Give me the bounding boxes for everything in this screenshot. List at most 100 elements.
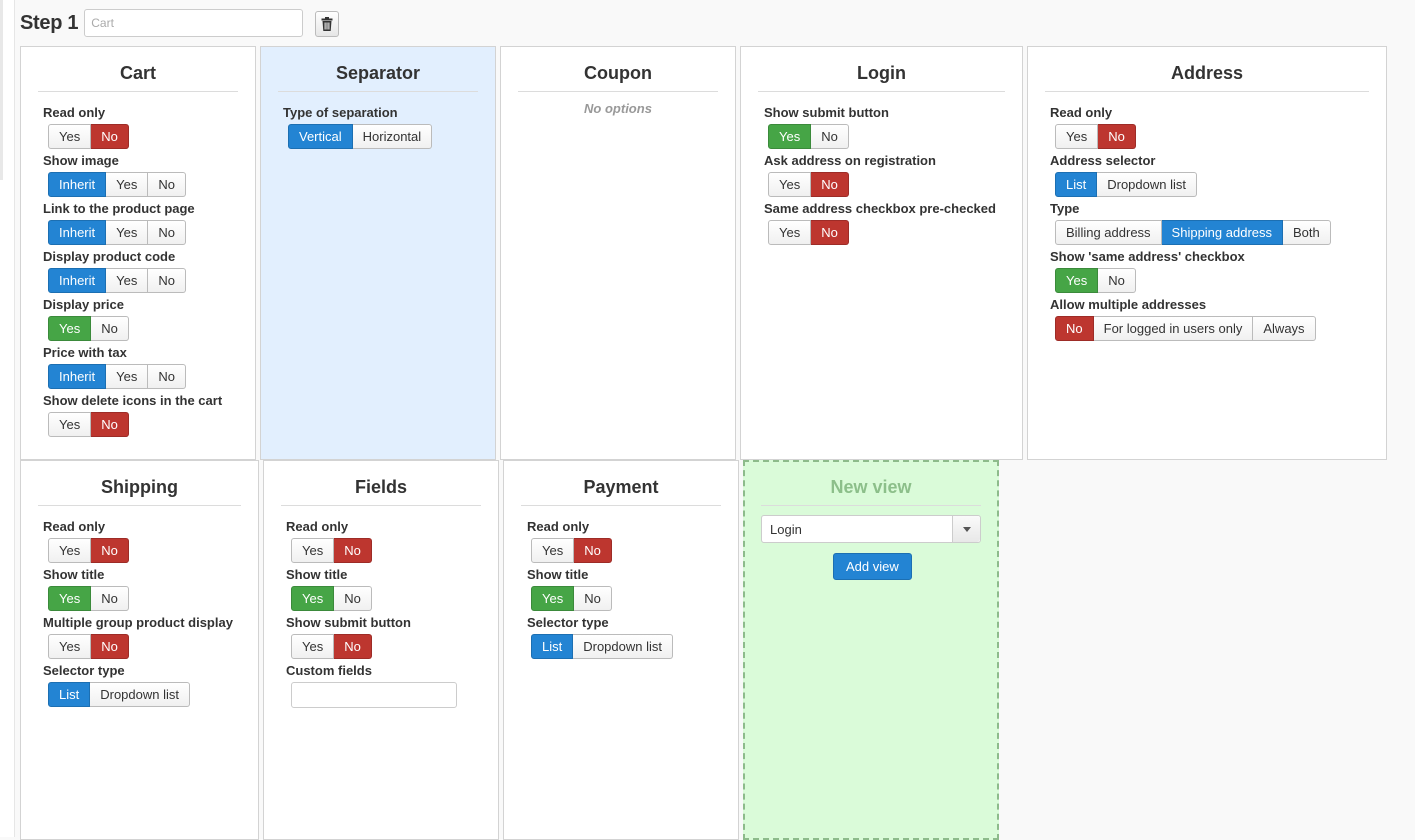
no-button[interactable]: No	[574, 586, 612, 611]
yes-button[interactable]: Yes	[48, 316, 92, 341]
no-button[interactable]: No	[91, 634, 129, 659]
option-label-read-only: Read only	[527, 519, 590, 534]
option-label-read-only: Read only	[1050, 105, 1113, 120]
yes-button[interactable]: Yes	[531, 586, 575, 611]
option-toggle-type-of-separation: Vertical Horizontal	[288, 124, 433, 149]
yes-button[interactable]: Yes	[291, 586, 335, 611]
no-button[interactable]: No	[148, 172, 186, 197]
option-toggle-allow-multiple-addresses: No For logged in users only Always	[1055, 316, 1316, 341]
yes-button[interactable]: Yes	[48, 586, 92, 611]
option-label-ask-address-on-registration: Ask address on registration	[764, 153, 936, 168]
option-toggle-display-price: Yes No	[48, 316, 129, 341]
left-edge-stub	[0, 0, 3, 180]
fields-panel: Fields Read only Yes No Show title Yes No Show…	[263, 460, 499, 840]
yes-button[interactable]: Yes	[291, 538, 335, 563]
billing-address-button[interactable]: Billing address	[1055, 220, 1162, 245]
dropdown-list-button[interactable]: Dropdown list	[1097, 172, 1197, 197]
inherit-button[interactable]: Inherit	[48, 364, 107, 389]
option-label-address-selector: Address selector	[1050, 153, 1156, 168]
yes-button[interactable]: Yes	[768, 124, 812, 149]
no-button[interactable]: No	[574, 538, 612, 563]
dropdown-list-button[interactable]: Dropdown list	[573, 634, 673, 659]
no-button[interactable]: No	[1055, 316, 1094, 341]
option-toggle-show-title: Yes No	[48, 586, 129, 611]
panel-title: Shipping	[38, 477, 241, 506]
yes-button[interactable]: Yes	[48, 634, 92, 659]
option-toggle-multiple-group-product-display: Yes No	[48, 634, 129, 659]
panel-title: Cart	[38, 63, 238, 92]
always-button[interactable]: Always	[1253, 316, 1316, 341]
left-edge	[0, 0, 15, 837]
no-button[interactable]: No	[1098, 268, 1136, 293]
option-label-price-with-tax: Price with tax	[43, 345, 127, 360]
no-button[interactable]: No	[1098, 124, 1136, 149]
view-type-select[interactable]: Login	[761, 515, 981, 543]
dropdown-list-button[interactable]: Dropdown list	[90, 682, 190, 707]
inherit-button[interactable]: Inherit	[48, 220, 107, 245]
yes-button[interactable]: Yes	[48, 124, 92, 149]
option-label-selector-type: Selector type	[527, 615, 609, 630]
option-toggle-show-delete-icons-in-the-cart: Yes No	[48, 412, 129, 437]
add-view-button[interactable]: Add view	[833, 553, 912, 580]
no-button[interactable]: No	[811, 124, 849, 149]
yes-button[interactable]: Yes	[531, 538, 575, 563]
login-panel: Login Show submit button Yes No Ask address…	[740, 46, 1023, 460]
option-toggle-address-selector: List Dropdown list	[1055, 172, 1197, 197]
option-toggle-link-to-the-product-page: Inherit Yes No	[48, 220, 186, 245]
option-label-show-title: Show title	[43, 567, 105, 582]
option-label-read-only: Read only	[286, 519, 349, 534]
option-label-same-address-checkbox-pre-checked: Same address checkbox pre-checked	[764, 201, 996, 216]
address-panel: Address Read only Yes No Address selector Li…	[1027, 46, 1387, 460]
no-button[interactable]: No	[91, 316, 129, 341]
option-toggle-price-with-tax: Inherit Yes No	[48, 364, 186, 389]
shipping-panel: Shipping Read only Yes No Show title Yes No Mu…	[20, 460, 259, 840]
list-button[interactable]: List	[48, 682, 91, 707]
yes-button[interactable]: Yes	[48, 412, 92, 437]
option-label-show-title: Show title	[286, 567, 348, 582]
step-title: Step 1	[20, 11, 79, 34]
yes-button[interactable]: Yes	[106, 364, 149, 389]
caret-down-icon[interactable]	[952, 516, 980, 542]
both-button[interactable]: Both	[1283, 220, 1331, 245]
no-button[interactable]: No	[148, 268, 186, 293]
no-button[interactable]: No	[811, 172, 849, 197]
option-label-show-image: Show image	[43, 153, 119, 168]
no-button[interactable]: No	[91, 124, 129, 149]
yes-button[interactable]: Yes	[106, 172, 149, 197]
vertical-button[interactable]: Vertical	[288, 124, 353, 149]
no-button[interactable]: No	[148, 364, 186, 389]
yes-button[interactable]: Yes	[291, 634, 335, 659]
panel-title: Coupon	[518, 63, 718, 92]
yes-button[interactable]: Yes	[768, 220, 812, 245]
yes-button[interactable]: Yes	[106, 268, 149, 293]
yes-button[interactable]: Yes	[768, 172, 812, 197]
no-button[interactable]: No	[148, 220, 186, 245]
list-button[interactable]: List	[1055, 172, 1098, 197]
option-toggle-read-only: Yes No	[48, 538, 129, 563]
no-button[interactable]: No	[334, 538, 372, 563]
shipping-address-button[interactable]: Shipping address	[1161, 220, 1284, 245]
yes-button[interactable]: Yes	[106, 220, 149, 245]
yes-button[interactable]: Yes	[1055, 124, 1099, 149]
panel-title: Payment	[521, 477, 721, 506]
option-label-show-submit-button: Show submit button	[286, 615, 411, 630]
step-name-input[interactable]	[84, 9, 304, 37]
no-button[interactable]: No	[334, 634, 372, 659]
inherit-button[interactable]: Inherit	[48, 172, 107, 197]
no-button[interactable]: No	[811, 220, 849, 245]
custom-fields-input[interactable]	[291, 682, 457, 708]
delete-step-button[interactable]	[315, 11, 339, 37]
inherit-button[interactable]: Inherit	[48, 268, 107, 293]
no-button[interactable]: No	[91, 412, 129, 437]
no-button[interactable]: No	[334, 586, 372, 611]
yes-button[interactable]: Yes	[48, 538, 92, 563]
no-button[interactable]: No	[91, 538, 129, 563]
for-logged-in-users-only-button[interactable]: For logged in users only	[1093, 316, 1254, 341]
no-button[interactable]: No	[91, 586, 129, 611]
list-button[interactable]: List	[531, 634, 574, 659]
option-toggle-same-address-checkbox-pre-checked: Yes No	[768, 220, 849, 245]
yes-button[interactable]: Yes	[1055, 268, 1099, 293]
option-toggle-show-title: Yes No	[531, 586, 612, 611]
horizontal-button[interactable]: Horizontal	[352, 124, 433, 149]
panel-title: Address	[1045, 63, 1369, 92]
